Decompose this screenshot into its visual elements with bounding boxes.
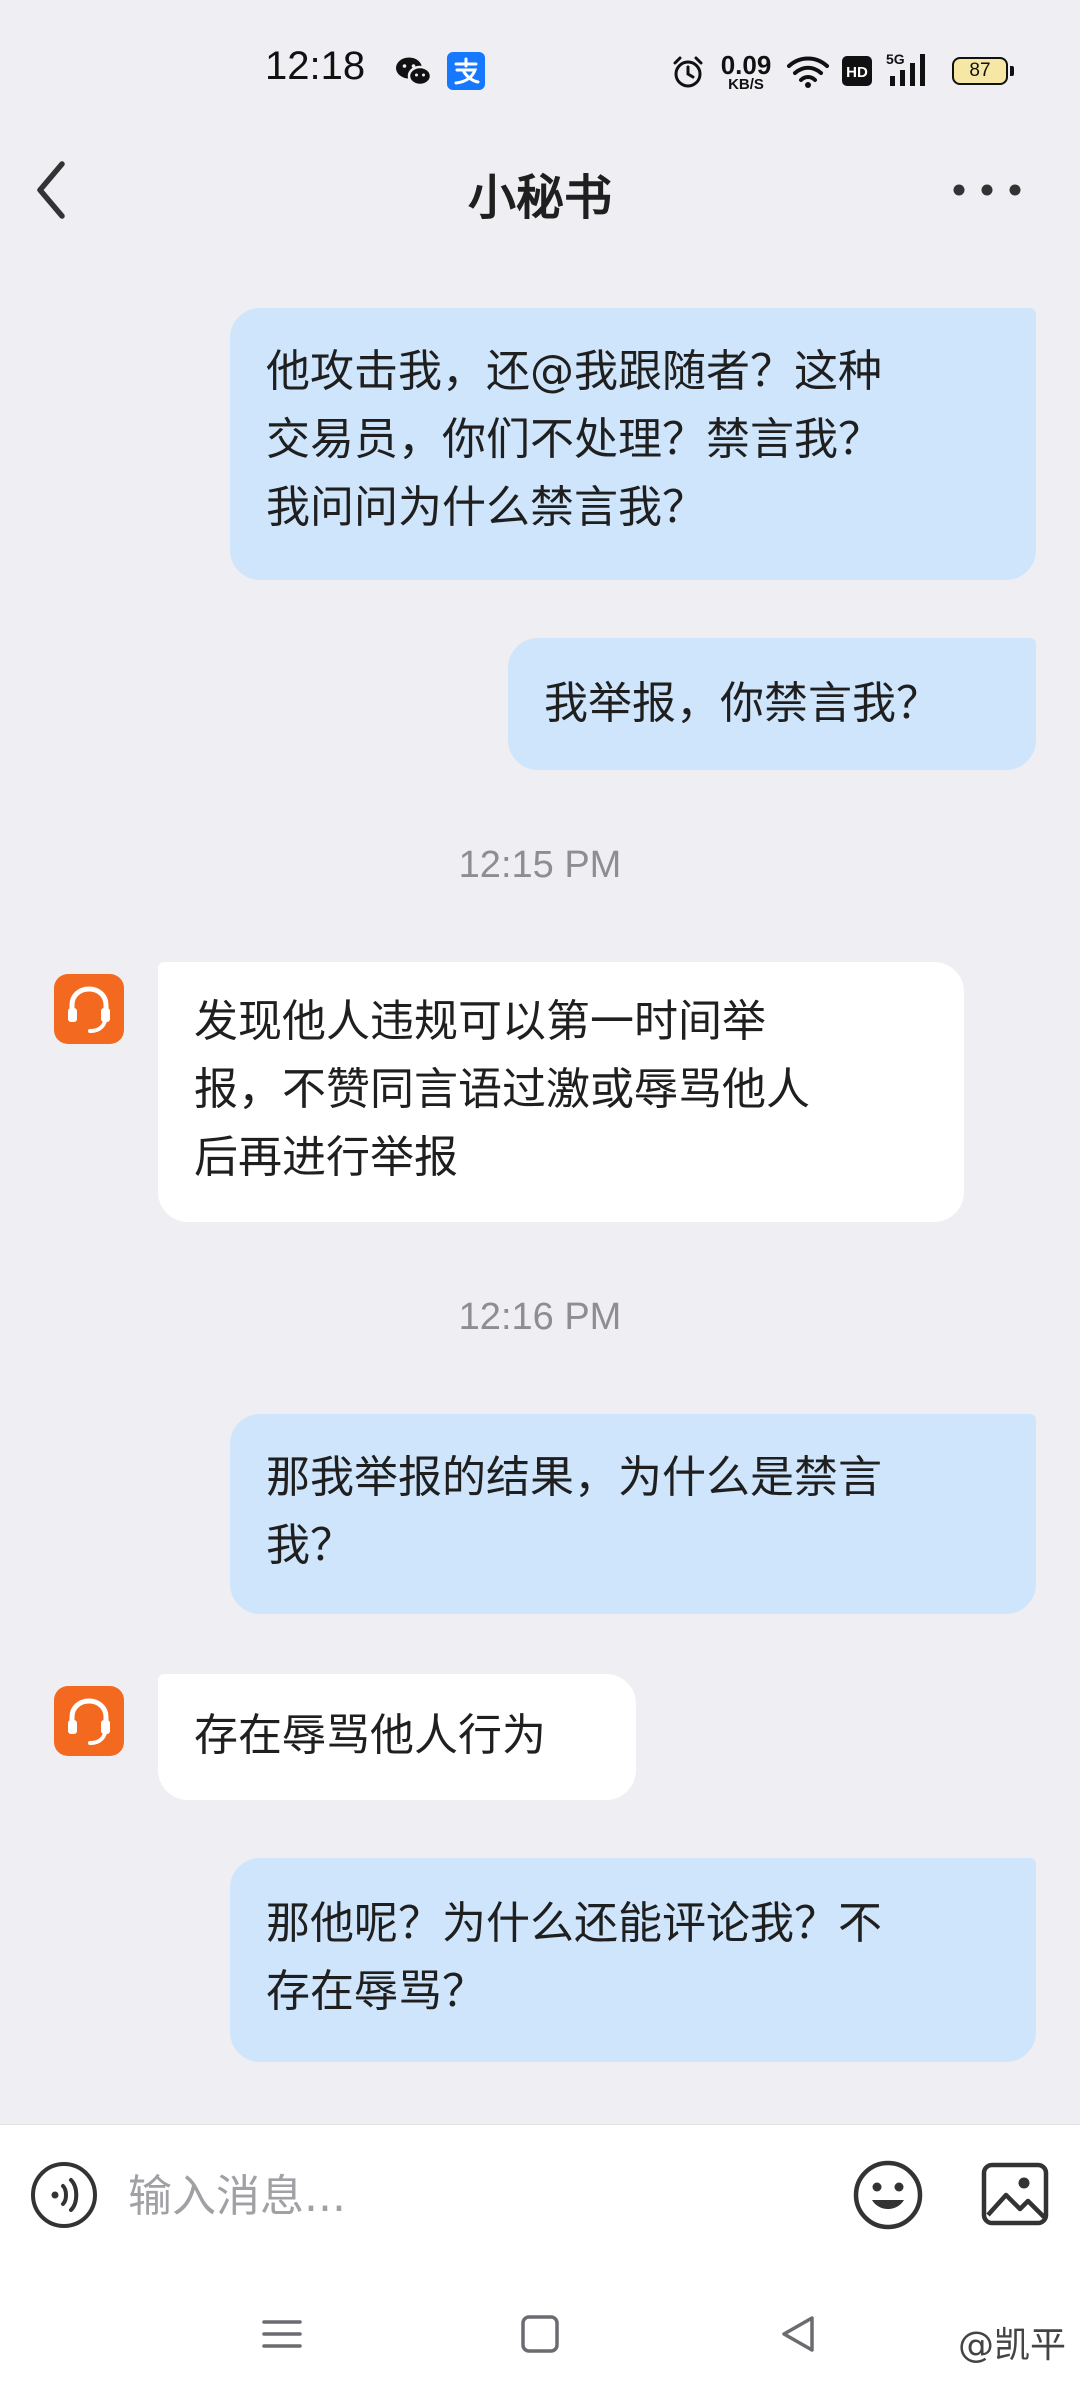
input-bar <box>0 2124 1080 2270</box>
back-triangle-icon[interactable] <box>776 2312 820 2360</box>
message-line: 后再进行举报 <box>194 1132 458 1183</box>
signal-5g-icon: 5G <box>886 50 938 92</box>
voice-button[interactable] <box>30 2161 98 2229</box>
message-line: 我举报，你禁言我？ <box>544 678 940 729</box>
message-line: 存在辱骂他人行为 <box>194 1710 546 1761</box>
timestamp: 12:16 PM <box>458 1296 622 1338</box>
page-title: 小秘书 <box>467 170 612 226</box>
message-line: 我？ <box>266 1520 354 1571</box>
network-speed: 0.09 KB/S <box>720 50 772 93</box>
chat-header: 小秘书 <box>0 140 1080 240</box>
status-time: 12:18 <box>265 44 366 88</box>
message-bubble-incoming[interactable]: 存在辱骂他人行为 <box>158 1674 636 1800</box>
customer-service-icon <box>68 986 110 1033</box>
menu-icon[interactable] <box>260 2312 304 2360</box>
image-icon <box>981 2162 1049 2226</box>
watermark: @凯平 <box>957 2325 1066 2366</box>
voice-icon <box>31 2162 97 2228</box>
message-line: 那他呢？为什么还能评论我？不 <box>266 1898 882 1949</box>
message-bubble-incoming[interactable]: 发现他人违规可以第一时间举 报，不赞同言语过激或辱骂他人 后再进行举报 <box>158 962 964 1222</box>
avatar[interactable] <box>54 1686 124 1756</box>
timestamp: 12:15 PM <box>458 844 622 886</box>
message-input[interactable] <box>128 2161 808 2231</box>
emoji-icon <box>853 2160 923 2230</box>
wifi-icon <box>786 54 830 92</box>
message-bubble-outgoing[interactable]: 那他呢？为什么还能评论我？不 存在辱骂？ <box>230 1858 1036 2062</box>
message-line: 他攻击我，还@我跟随者？这种 <box>266 346 882 397</box>
message-bubble-outgoing[interactable]: 那我举报的结果，为什么是禁言 我？ <box>230 1414 1036 1614</box>
message-line: 报，不赞同言语过激或辱骂他人 <box>194 1064 810 1115</box>
home-square-icon[interactable] <box>518 2312 562 2360</box>
message-bubble-outgoing[interactable]: 他攻击我，还@我跟随者？这种 交易员，你们不处理？禁言我？ 我问问为什么禁言我？ <box>230 308 1036 580</box>
svg-text:5G: 5G <box>886 51 905 67</box>
message-bubble-outgoing[interactable]: 我举报，你禁言我？ <box>508 638 1036 770</box>
message-line: 那我举报的结果，为什么是禁言 <box>266 1452 882 1503</box>
svg-text:HD: HD <box>846 64 868 81</box>
avatar[interactable] <box>54 974 124 1044</box>
battery-icon: 87 <box>952 57 1014 85</box>
emoji-button[interactable] <box>852 2159 924 2231</box>
more-dots-icon <box>953 184 1021 196</box>
status-bar: 12:18 0.09 KB/S HD 5G 87 <box>0 0 1080 140</box>
alarm-icon <box>670 54 706 94</box>
wechat-icon <box>395 56 433 92</box>
more-button[interactable] <box>950 170 1024 210</box>
alipay-icon <box>447 52 485 94</box>
hd-icon: HD <box>842 56 872 90</box>
message-line: 我问问为什么禁言我？ <box>266 482 706 533</box>
message-line: 存在辱骂？ <box>266 1966 486 2017</box>
customer-service-icon <box>68 1698 110 1745</box>
image-button[interactable] <box>980 2159 1050 2229</box>
system-nav-bar: @凯平 <box>0 2270 1080 2400</box>
message-line: 交易员，你们不处理？禁言我？ <box>266 414 882 465</box>
message-line: 发现他人违规可以第一时间举 <box>194 996 766 1047</box>
